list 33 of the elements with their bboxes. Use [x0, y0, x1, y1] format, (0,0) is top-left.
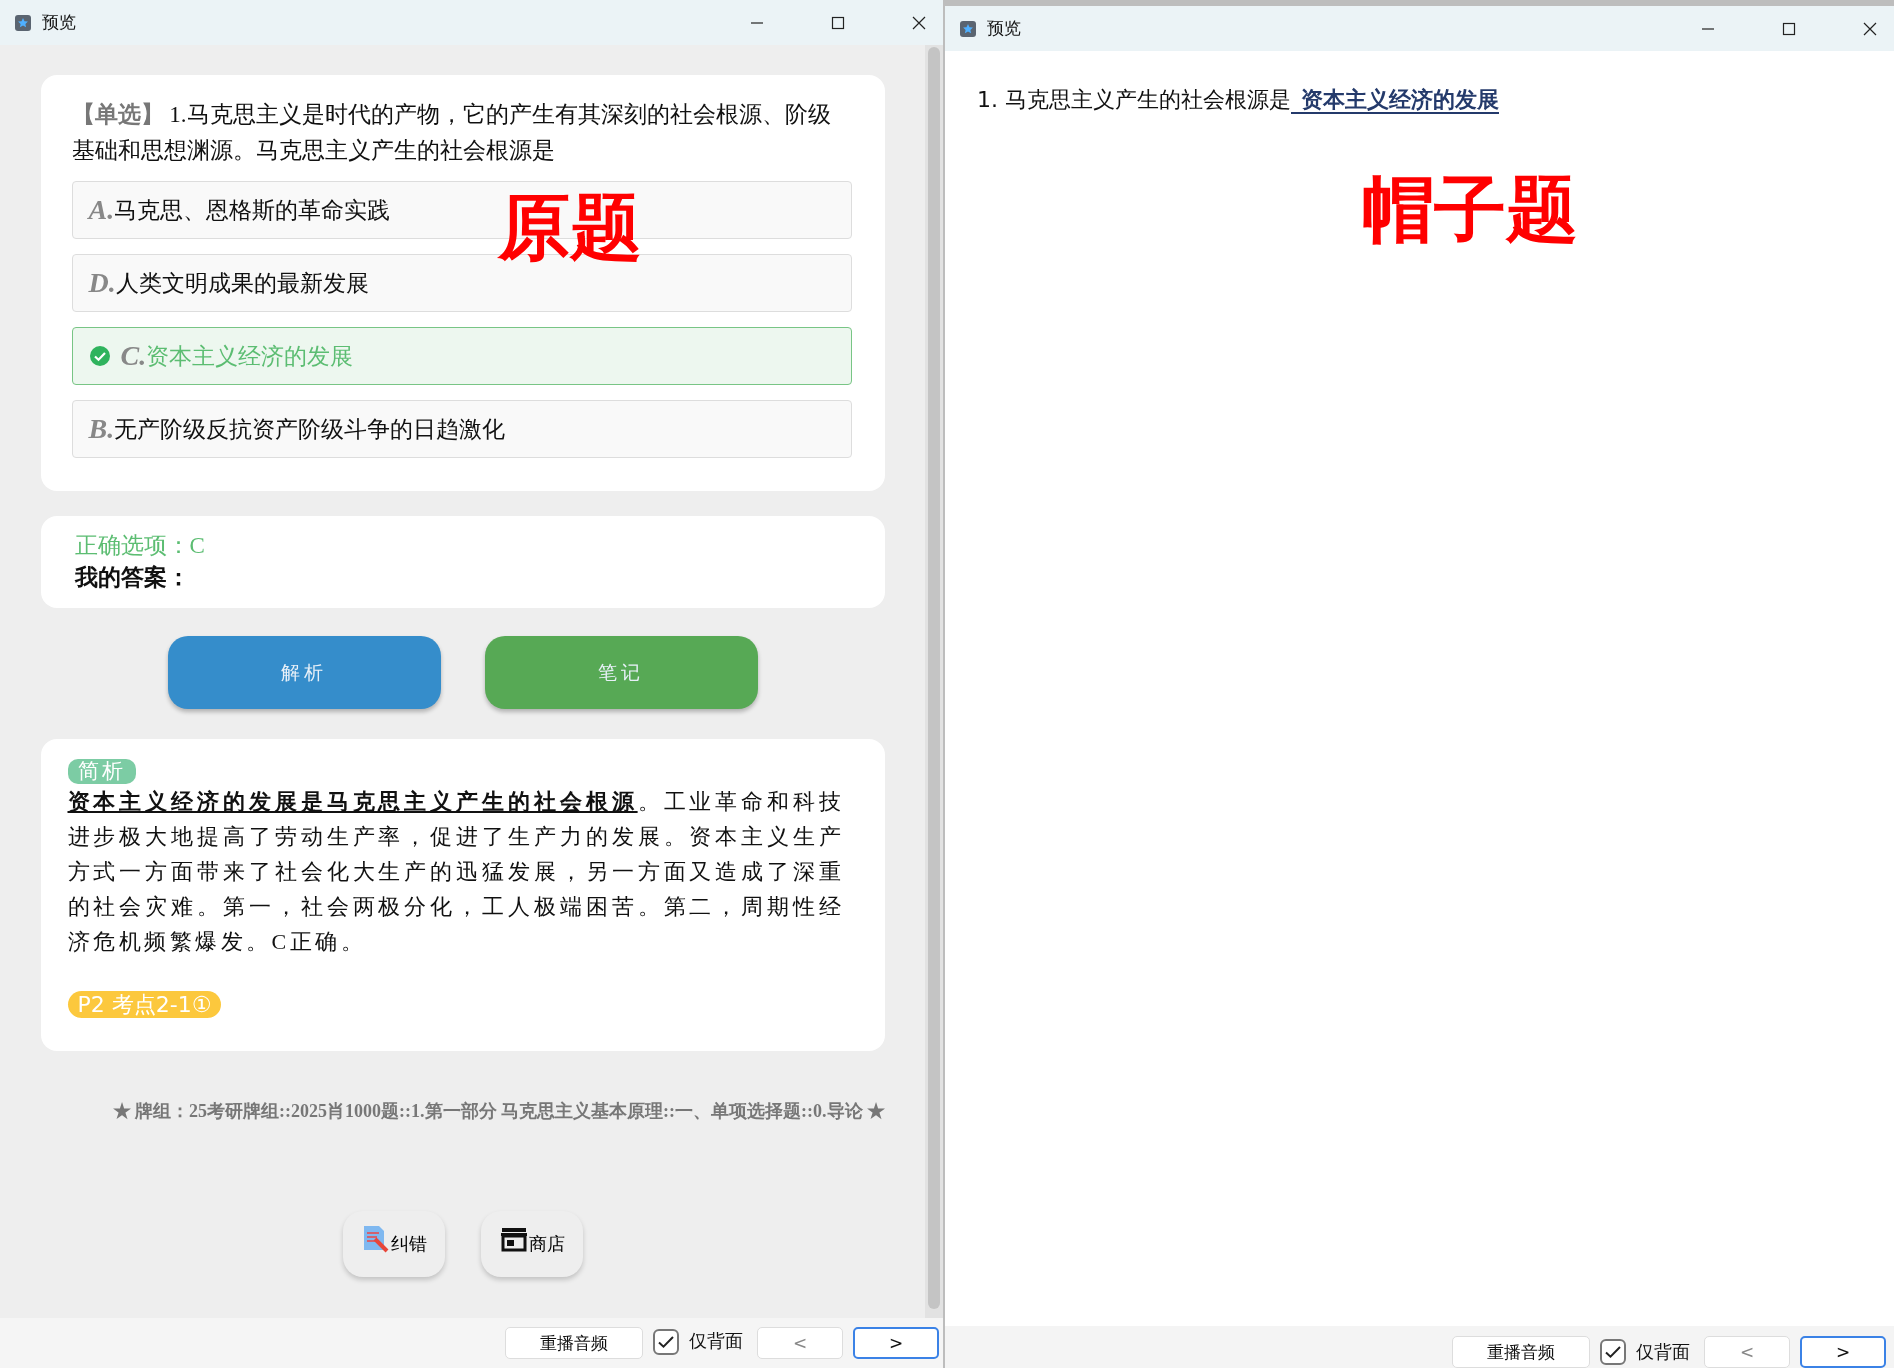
store-button[interactable]: 商店	[480, 1211, 583, 1277]
previous-button[interactable]: <	[757, 1327, 843, 1359]
replay-audio-button[interactable]: 重播音频	[505, 1327, 643, 1359]
topic-badge: P2 考点2-1①	[67, 991, 222, 1018]
close-icon[interactable]	[1862, 20, 1878, 37]
correct-option-text: 正确选项：C	[74, 532, 206, 560]
back-only-checkbox[interactable]	[1600, 1339, 1626, 1365]
store-icon	[498, 1225, 529, 1255]
maximize-icon[interactable]	[830, 14, 846, 31]
next-button[interactable]: >	[853, 1327, 939, 1359]
analysis-tag: 简析	[67, 759, 136, 784]
annotation-label: 帽子题	[1361, 173, 1578, 245]
analysis-text: 资本主义经济的发展是马克思主义产生的社会根源。工业革命和科技进步极大地提高了劳动生产率，促进了生产力的发展。资本主义生产方式一方面带来了社会化大生产的迅猛发展，另一方面又造成了深重的社会灾难。第一，社会两极分化，工人极端困苦。第二，周期性经济危机频繁爆发。C正确。	[67, 788, 845, 956]
report-error-button[interactable]: 纠错	[342, 1211, 445, 1277]
scrollbar[interactable]	[925, 45, 943, 1318]
deck-path-text: ★ 牌组：25考研牌组::2025肖1000题::1.第一部分 马克思主义基本原理::一、单项选择题::0.导论 ★	[112, 1100, 885, 1123]
cloze-question-text: 1. 马克思主义产生的社会根源是 资本主义经济的发展	[977, 86, 1500, 115]
back-only-label: 仅背面	[1636, 1340, 1690, 1364]
app-icon	[959, 19, 977, 38]
close-icon[interactable]	[911, 14, 927, 31]
maximize-icon[interactable]	[1781, 20, 1797, 37]
window-title: 预览	[42, 11, 76, 34]
replay-audio-button[interactable]: 重播音频	[1452, 1336, 1590, 1368]
check-circle-icon	[88, 345, 111, 367]
back-only-checkbox[interactable]	[653, 1328, 679, 1355]
my-answer-label: 我的答案：	[74, 564, 191, 592]
question-text: 【单选】 1.马克思主义是时代的产物，它的产生有其深刻的社会根源、阶级基础和思想渊源。马克思主义产生的社会根源是	[71, 101, 832, 165]
next-button[interactable]: >	[1800, 1336, 1886, 1368]
back-only-label: 仅背面	[689, 1329, 743, 1353]
answer-option[interactable]: B.无产阶级反抗资产阶级斗争的日趋激化	[71, 400, 852, 458]
app-icon	[14, 13, 32, 32]
previous-button[interactable]: <	[1704, 1336, 1790, 1368]
window-title: 预览	[987, 17, 1021, 40]
